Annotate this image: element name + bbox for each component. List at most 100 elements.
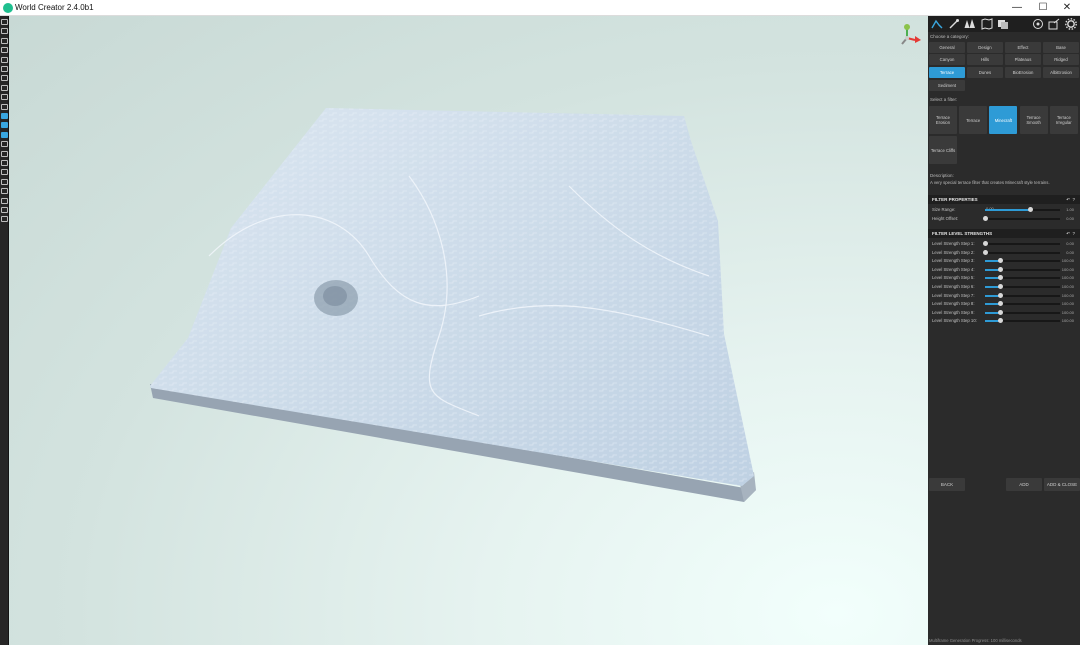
brush-icon[interactable]: [948, 18, 960, 30]
slider-value[interactable]: 100.00: [1062, 284, 1074, 289]
settings-icon[interactable]: [1, 197, 8, 204]
slider-track[interactable]: [982, 241, 1060, 246]
filter-terrace-irregular-button[interactable]: Terrace Irregular: [1049, 106, 1078, 134]
category-hills-button[interactable]: Hills: [967, 54, 1003, 65]
slider-track[interactable]: [985, 258, 1060, 264]
help-icon[interactable]: ?: [1072, 197, 1075, 202]
sky-icon[interactable]: [1, 188, 8, 195]
slider-value[interactable]: 0.00: [1066, 216, 1074, 221]
add-button[interactable]: ADD: [1006, 478, 1042, 491]
slider-handle[interactable]: [982, 241, 988, 246]
category-plateaus-button[interactable]: Plateaus: [1005, 54, 1041, 65]
globe-icon[interactable]: [1, 103, 8, 110]
save-as-icon[interactable]: [1, 47, 8, 54]
filter-minecraft-button[interactable]: Minecraft: [989, 106, 1018, 134]
slider-value[interactable]: 100.00: [1062, 267, 1074, 272]
slider-track[interactable]: [985, 266, 1060, 272]
grid-icon[interactable]: [1, 169, 8, 176]
brush-icon[interactable]: [1, 122, 8, 129]
slider-track[interactable]: [985, 309, 1060, 315]
slider-handle[interactable]: [997, 275, 1003, 281]
slider-handle[interactable]: [997, 301, 1003, 307]
add-close-button[interactable]: ADD & CLOSE: [1044, 478, 1080, 491]
new-file-icon[interactable]: [1, 19, 8, 25]
reset-icon[interactable]: ↶: [1066, 231, 1070, 236]
tree-icon[interactable]: [1, 207, 8, 213]
slider-track[interactable]: [985, 301, 1060, 307]
slider-track[interactable]: [985, 318, 1060, 324]
terrain-icon[interactable]: [931, 18, 943, 30]
map-icon[interactable]: [1, 84, 8, 91]
category-canyon-button[interactable]: Canyon: [929, 54, 965, 65]
property-row: Height Offset: 0.00: [928, 215, 1080, 223]
minimize-button[interactable]: —: [1004, 0, 1030, 16]
erosion-icon[interactable]: [1, 141, 8, 148]
layers-icon[interactable]: [997, 18, 1009, 30]
export-icon[interactable]: [1, 75, 8, 82]
layers-icon[interactable]: [1, 94, 8, 101]
filter-label: Select a filter:: [930, 97, 958, 102]
filter-terrace-smooth-button[interactable]: Terrace Smooth: [1019, 106, 1048, 134]
slider-handle[interactable]: [997, 318, 1003, 324]
mountain-icon[interactable]: [1, 150, 8, 157]
slider-handle[interactable]: [997, 292, 1003, 298]
close-button[interactable]: ✕: [1054, 0, 1080, 16]
share-icon[interactable]: [1048, 18, 1060, 30]
slider-track[interactable]: [982, 215, 1060, 221]
category-ridged-button[interactable]: Ridged: [1043, 54, 1079, 65]
slider-track[interactable]: [982, 249, 1060, 255]
category-dunes-button[interactable]: Dunes: [967, 67, 1003, 78]
tools-icon[interactable]: [1, 216, 8, 223]
category-sediment-button[interactable]: Sediment: [929, 80, 965, 91]
slider-track[interactable]: [985, 207, 1060, 212]
slider-value[interactable]: 100.00: [1062, 310, 1074, 315]
filter-terrace-button[interactable]: Terrace: [959, 106, 988, 134]
image-icon[interactable]: [1, 178, 8, 185]
slider-handle[interactable]: [982, 249, 988, 255]
slider-handle[interactable]: [997, 258, 1003, 264]
maximize-button[interactable]: ☐: [1030, 0, 1056, 16]
3d-viewport[interactable]: [9, 16, 928, 645]
help-icon[interactable]: ?: [1072, 231, 1075, 236]
save-icon[interactable]: [1, 37, 8, 44]
filter-terrace-erosion-button[interactable]: Terrace Erosion: [929, 106, 957, 134]
slider-value[interactable]: 100.00: [1062, 293, 1074, 298]
category-base-button[interactable]: Base: [1043, 42, 1079, 53]
gear-icon[interactable]: [1065, 18, 1077, 30]
category-bioerosion-button[interactable]: BioErosion: [1005, 67, 1041, 78]
category-effect-button[interactable]: Effect: [1005, 42, 1041, 53]
slider-handle[interactable]: [1027, 207, 1033, 212]
open-folder-icon[interactable]: [1, 28, 8, 35]
slider-value[interactable]: 100.00: [1062, 258, 1074, 263]
category-albierosion-button[interactable]: AlbiErosion: [1043, 67, 1079, 78]
camera-icon[interactable]: [1032, 18, 1044, 30]
category-design-button[interactable]: Design: [967, 42, 1003, 53]
slider-track[interactable]: [985, 284, 1060, 289]
map-icon[interactable]: [981, 18, 993, 30]
category-general-button[interactable]: General: [929, 42, 965, 53]
reset-icon[interactable]: ↶: [1066, 197, 1070, 202]
print-icon[interactable]: [1, 56, 8, 63]
slider-handle[interactable]: [997, 266, 1003, 272]
title-bar: World Creator 2.4.0b1 — ☐ ✕: [0, 0, 1080, 16]
terrain-icon[interactable]: [1, 113, 8, 119]
import-icon[interactable]: [1, 66, 8, 72]
slider-handle[interactable]: [982, 215, 988, 221]
forest-icon[interactable]: [964, 18, 976, 30]
back-button[interactable]: BACK: [929, 478, 965, 491]
move-icon[interactable]: [1, 160, 8, 166]
slider-value[interactable]: 0.00: [1066, 250, 1074, 255]
slider-value[interactable]: 100.00: [1062, 301, 1074, 306]
water-icon[interactable]: [1, 131, 8, 138]
terrain-render: [150, 24, 921, 502]
slider-value[interactable]: 1.00: [1066, 207, 1074, 212]
slider-handle[interactable]: [997, 309, 1003, 315]
slider-value[interactable]: 100.00: [1062, 318, 1074, 323]
slider-value[interactable]: 0.00: [1066, 241, 1074, 246]
slider-handle[interactable]: [997, 284, 1003, 289]
category-terrace-button[interactable]: Terrace: [929, 67, 965, 78]
slider-value[interactable]: 100.00: [1062, 275, 1074, 280]
filter-terrace-cliffs-button[interactable]: Terrace Cliffs: [929, 136, 957, 164]
slider-track[interactable]: [985, 292, 1060, 298]
slider-track[interactable]: [985, 275, 1060, 281]
